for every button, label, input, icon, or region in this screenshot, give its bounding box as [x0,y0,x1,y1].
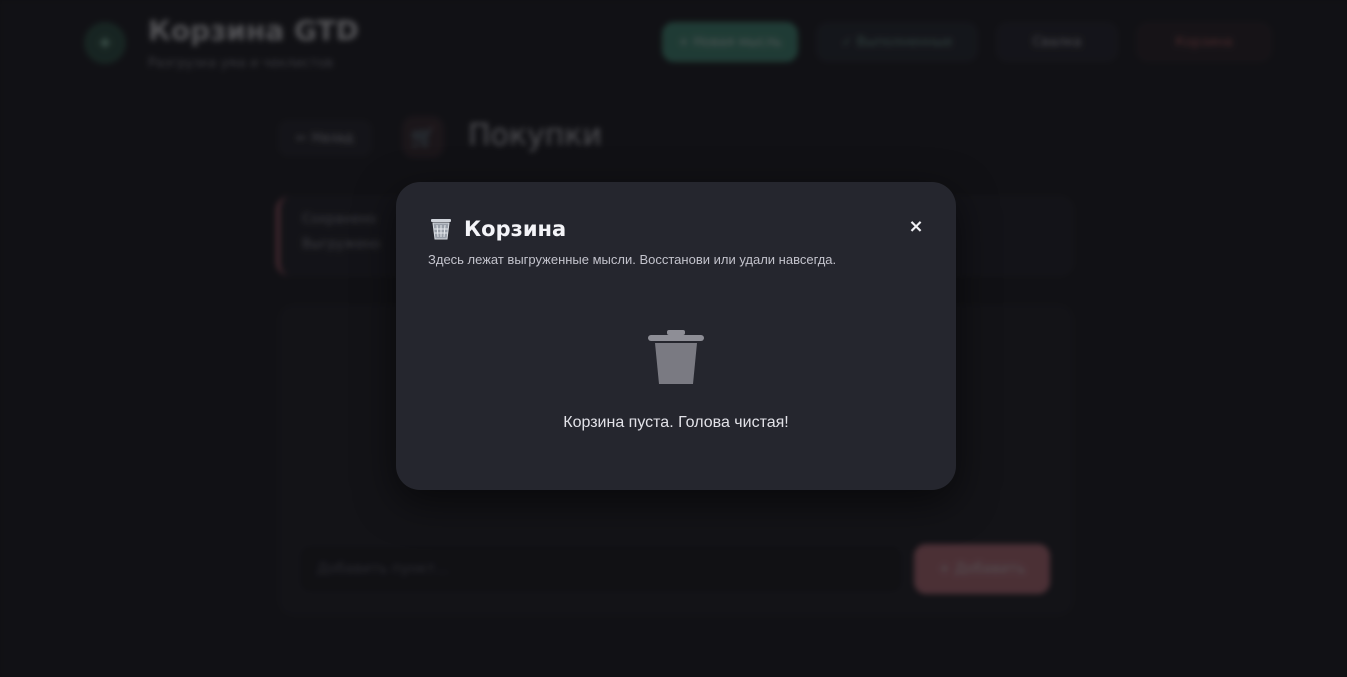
modal-description: Здесь лежат выгруженные мысли. Восстанов… [428,252,837,267]
trash-can-icon [648,330,704,384]
empty-state-text: Корзина пуста. Голова чистая! [563,414,789,431]
modal-header: Корзина [428,216,566,242]
wastebasket-icon [428,216,454,242]
modal-title: Корзина [464,217,567,241]
trash-modal: Корзина × Здесь лежат выгруженные мысли.… [396,182,956,490]
close-button[interactable]: × [906,216,926,237]
